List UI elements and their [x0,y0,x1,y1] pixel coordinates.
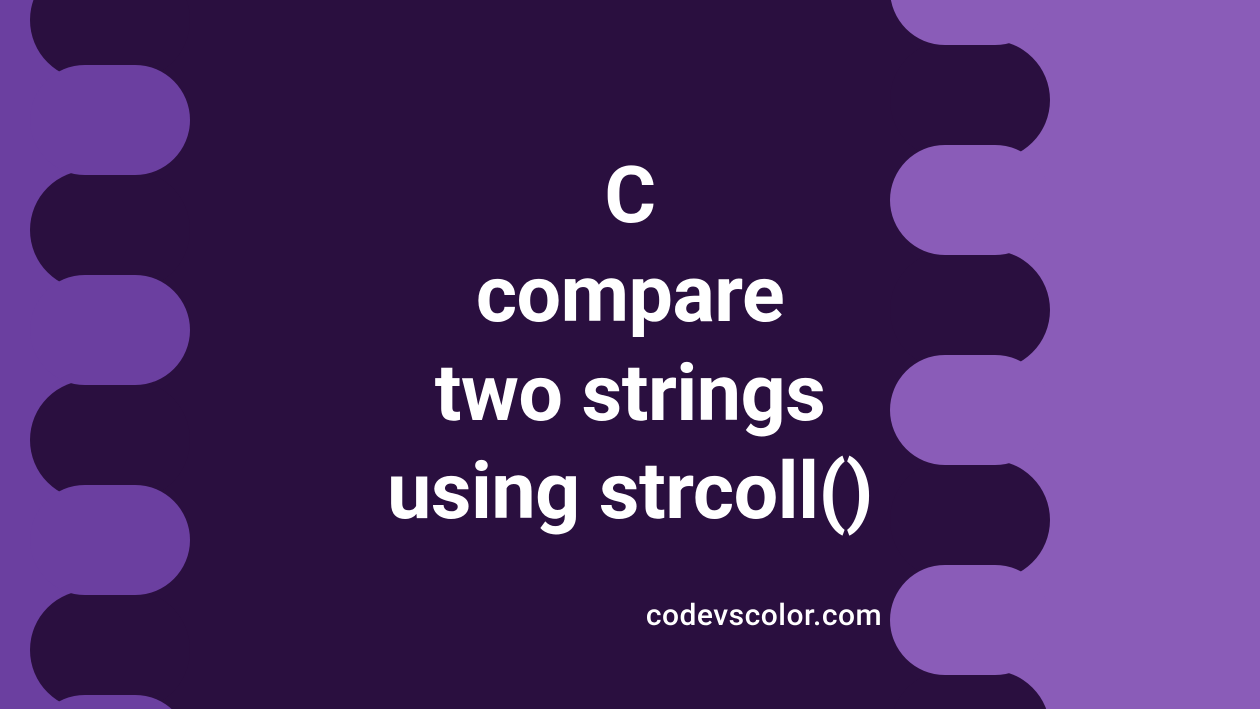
title-line-2: compare [387,246,873,345]
title-block: C compare two strings using strcoll() [387,147,873,542]
title-line-1: C [387,147,873,246]
title-line-4: using strcoll() [387,443,873,542]
title-line-3: two strings [387,345,873,444]
credit-text: codevscolor.com [134,598,1260,633]
